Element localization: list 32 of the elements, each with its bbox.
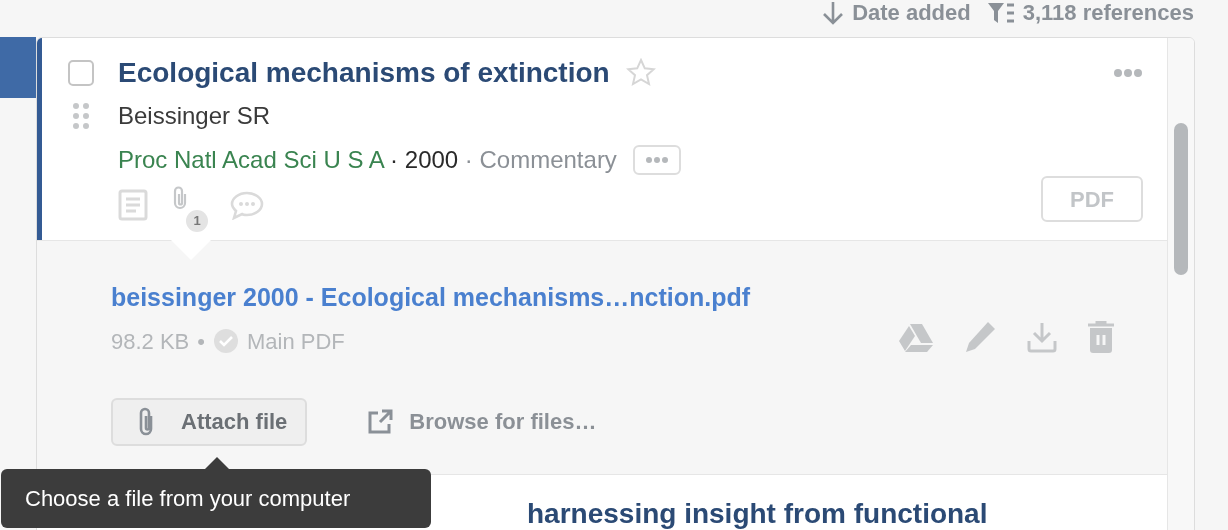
- author-list: Beissinger SR: [118, 98, 1017, 134]
- paperclip-icon[interactable]: [172, 186, 188, 210]
- reference-title[interactable]: Ecological mechanisms of extinction: [118, 56, 610, 90]
- tooltip: Choose a file from your computer: [1, 469, 431, 528]
- pencil-icon[interactable]: [963, 319, 997, 354]
- drag-handle-icon[interactable]: [72, 102, 90, 130]
- citation-line: Proc Natl Acad Sci U S A · 2000 · Commentary: [118, 145, 617, 175]
- note-icon[interactable]: [118, 189, 148, 221]
- sort-label[interactable]: Date added: [852, 0, 971, 25]
- star-icon[interactable]: [625, 58, 656, 88]
- external-link-icon: [367, 408, 394, 435]
- selected-sidebar-item[interactable]: [0, 37, 36, 98]
- scrollbar-thumb[interactable]: [1174, 123, 1188, 275]
- separator-dot: •: [197, 327, 205, 356]
- browse-files-link[interactable]: Browse for files…: [367, 405, 597, 438]
- file-size: 98.2 KB: [111, 327, 190, 356]
- trash-icon[interactable]: [1087, 320, 1115, 353]
- comment-icon[interactable]: [230, 190, 264, 220]
- sort-arrow-icon[interactable]: [822, 0, 845, 25]
- checkbox[interactable]: [68, 60, 94, 86]
- more-details-button[interactable]: [632, 145, 681, 175]
- ellipsis-icon: [644, 156, 669, 164]
- filter-icon[interactable]: [986, 0, 1015, 25]
- file-link[interactable]: beissinger 2000 - Ecological mechanisms…nction.pdf: [111, 283, 751, 311]
- drive-icon[interactable]: [899, 321, 933, 352]
- reference-count: 3,118 references: [1022, 0, 1194, 25]
- more-options-icon[interactable]: [1113, 68, 1143, 78]
- attach-file-button[interactable]: Attach file: [111, 397, 308, 446]
- download-icon[interactable]: [1027, 320, 1057, 353]
- reference-title[interactable]: harnessing insight from functional: [527, 497, 1143, 530]
- main-pdf-label: Main PDF: [247, 327, 345, 356]
- attachment-count: 1: [186, 210, 208, 232]
